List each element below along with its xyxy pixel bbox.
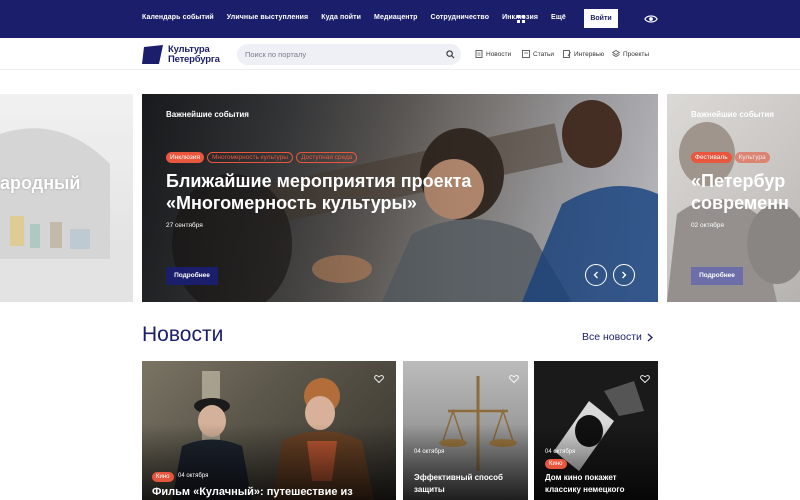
article-icon xyxy=(522,50,530,58)
chevron-left-icon xyxy=(593,271,598,279)
search-icon[interactable] xyxy=(446,50,455,59)
top-nav-calendar[interactable]: Календарь событий xyxy=(142,14,214,21)
top-nav-more[interactable]: Ещё xyxy=(551,14,566,21)
site-logo[interactable]: Культура Петербурга xyxy=(142,44,232,66)
slide-next-title-1: «Петербур xyxy=(691,171,786,191)
chevron-right-icon xyxy=(622,271,627,279)
news-card-3-chip[interactable]: Кино xyxy=(545,459,567,469)
news-card-1[interactable] xyxy=(142,361,396,500)
carousel-slide-next[interactable]: Важнейшие события Фестиваль Культура «Пе… xyxy=(667,94,800,302)
all-news-link[interactable]: Все новости xyxy=(582,331,653,343)
header-nav-projects-label: Проекты xyxy=(623,50,650,58)
chip-accessible[interactable]: Доступная среда xyxy=(295,152,358,163)
header-nav-projects[interactable]: Проекты xyxy=(612,50,649,58)
news-card-1-chip[interactable]: Кино xyxy=(152,472,174,482)
slide-prev-title: ародный xyxy=(0,173,81,193)
search-input[interactable] xyxy=(245,47,435,62)
slide-main-title-2: «Многомерность культуры» xyxy=(166,193,417,213)
logo-mark-icon xyxy=(142,45,163,64)
carousel-slide-prev[interactable]: ародный xyxy=(0,94,133,302)
projects-icon xyxy=(612,50,620,57)
slide-next-title-2: современн xyxy=(691,193,789,213)
news-card-2-title[interactable]: Эффективный способ защиты xyxy=(414,472,503,496)
news-card-1-heart-icon[interactable] xyxy=(374,374,384,384)
chip-inclusion[interactable]: Инклюзия xyxy=(166,152,204,163)
all-news-label: Все новости xyxy=(582,331,642,343)
slide-next-date: 02 октября xyxy=(691,222,724,229)
header-nav-articles-label: Статьи xyxy=(533,50,555,58)
header-nav-articles[interactable]: Статьи xyxy=(522,50,554,58)
news-card-3-title-line1: Дом кино покажет xyxy=(545,473,617,482)
logo-line2: Петербурга xyxy=(168,54,220,65)
chip-multidimensional[interactable]: Многомерность культуры xyxy=(206,152,293,163)
document-icon xyxy=(475,50,483,58)
header-nav-news-label: Новости xyxy=(486,50,512,58)
top-nav-street[interactable]: Уличные выступления xyxy=(227,14,308,21)
chevron-right-icon xyxy=(647,333,653,341)
logo-text: Культура Петербурга xyxy=(168,45,220,65)
carousel-slide-main[interactable]: Важнейшие события Инклюзия Многомерность… xyxy=(142,94,658,302)
news-card-2-date: 04 октября xyxy=(414,449,445,455)
news-card-1-title[interactable]: Фильм «Кулачный»: путешествие из xyxy=(152,486,353,498)
carousel-next-button[interactable] xyxy=(613,264,635,286)
header-nav-interviews-label: Интервью xyxy=(574,50,605,58)
header-nav-interviews[interactable]: Интервью xyxy=(563,50,604,58)
slide-main-date: 27 сентября xyxy=(166,222,203,229)
carousel-prev-button[interactable] xyxy=(585,264,607,286)
news-card-3-heart-icon[interactable] xyxy=(640,374,650,384)
news-card-3-date: 04 октября xyxy=(545,449,576,455)
slide-main-more-button[interactable]: Подробнее xyxy=(166,267,218,285)
header-nav-news[interactable]: Новости xyxy=(475,50,511,58)
slide-main-eyebrow: Важнейшие события xyxy=(166,110,249,119)
news-section-title: Новости xyxy=(142,323,224,346)
top-nav-where-to-go[interactable]: Куда пойти xyxy=(321,14,361,21)
slide-main-title-1: Ближайшие мероприятия проекта xyxy=(166,171,472,191)
news-card-1-date: 04 октября xyxy=(178,473,209,479)
top-nav-cooperation[interactable]: Сотрудничество xyxy=(431,14,490,21)
top-nav-media[interactable]: Медиацентр xyxy=(374,14,418,21)
news-card-2-heart-icon[interactable] xyxy=(509,374,519,384)
interview-icon xyxy=(563,50,571,58)
slide-next-chips: Фестиваль Культура xyxy=(691,152,773,163)
grid-icon[interactable] xyxy=(517,15,525,23)
search-box xyxy=(237,44,461,65)
chip-festival[interactable]: Фестиваль xyxy=(691,152,732,163)
news-card-3-title-line2: классику немецкого xyxy=(545,485,625,494)
chip-culture[interactable]: Культура xyxy=(734,152,770,163)
slide-next-eyebrow: Важнейшие события xyxy=(691,110,774,119)
slide-next-more-button[interactable]: Подробнее xyxy=(691,267,743,285)
top-nav: Календарь событий Уличные выступления Ку… xyxy=(142,14,579,21)
slide-main-chips: Инклюзия Многомерность культуры Доступна… xyxy=(166,152,360,163)
news-card-2-title-line1: Эффективный способ xyxy=(414,473,503,482)
news-card-2-title-line2: защиты xyxy=(414,485,445,494)
login-button[interactable]: Войти xyxy=(584,9,618,28)
eye-icon[interactable] xyxy=(644,12,658,26)
news-card-3-title[interactable]: Дом кино покажет классику немецкого xyxy=(545,472,624,496)
